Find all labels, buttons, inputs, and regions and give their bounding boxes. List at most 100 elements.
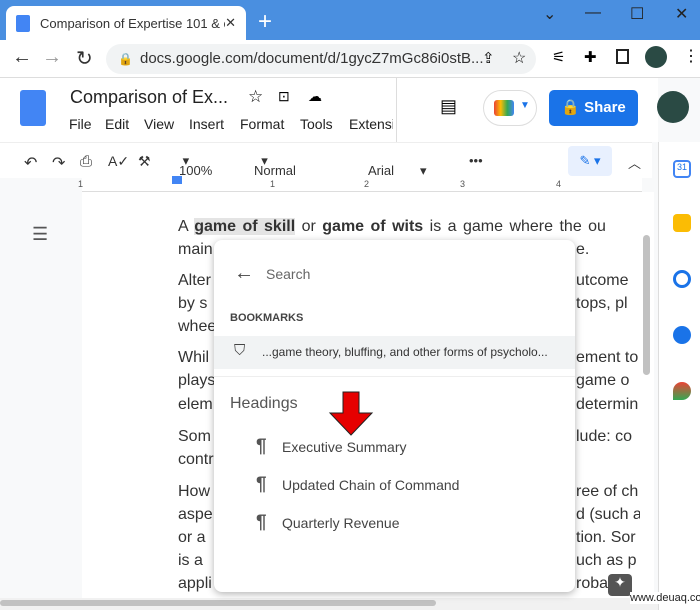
paragraph-line: appli xyxy=(178,575,212,592)
divider xyxy=(214,376,575,377)
menu-tools[interactable]: Tools xyxy=(300,116,333,132)
paragraph-line: How xyxy=(178,483,211,500)
paragraph-icon: ¶ xyxy=(256,512,267,533)
sidepanel-icon[interactable] xyxy=(616,49,629,64)
text-run: A xyxy=(178,218,195,235)
puzzle-icon[interactable]: ✚ xyxy=(584,48,597,66)
paragraph-line: Whil xyxy=(178,349,210,366)
paragraph-line: tops, pl xyxy=(576,295,628,312)
bookmarks-label: BOOKMARKS xyxy=(230,312,304,324)
paragraph-icon: ¶ xyxy=(256,436,267,457)
indent-marker[interactable] xyxy=(172,176,182,184)
contacts-icon[interactable] xyxy=(673,326,691,344)
maps-icon[interactable] xyxy=(673,382,691,400)
url-input[interactable]: docs.google.com/document/d/1gycZ7mGc86i0… xyxy=(106,44,536,74)
paragraph-line: robal xyxy=(576,575,612,592)
reload-icon[interactable]: ↻ xyxy=(76,46,93,71)
paragraph-line: Alter xyxy=(178,272,211,289)
print-icon[interactable]: ⎙ xyxy=(80,153,92,170)
move-folder-icon[interactable]: ⊡ xyxy=(278,88,290,105)
calendar-icon[interactable]: 31 xyxy=(673,160,691,178)
style-select[interactable]: Normal text ▾ xyxy=(254,153,296,193)
headings-label: Headings xyxy=(230,395,298,412)
document-title[interactable]: Comparison of Ex... xyxy=(70,87,228,108)
docs-logo-icon[interactable] xyxy=(20,90,46,126)
outline-icon[interactable]: ☰ xyxy=(32,224,48,245)
spellcheck-icon[interactable]: A✓ xyxy=(108,153,129,170)
tab-search-icon[interactable]: ⌄ xyxy=(543,4,556,24)
divider xyxy=(396,78,397,142)
scrollbar-thumb[interactable] xyxy=(643,235,650,375)
lock-icon: 🔒 xyxy=(118,52,133,66)
browser-tab[interactable]: Comparison of Expertise 101 & e ✕ xyxy=(6,6,246,40)
formatting-toolbar: ↶ ↷ ⎙ A✓ ⚒ 100% ▾ Normal text ▾ Arial▾ •… xyxy=(0,142,652,193)
paragraph-line: game o xyxy=(576,372,630,389)
horizontal-scrollbar-thumb[interactable] xyxy=(0,600,436,606)
account-avatar[interactable] xyxy=(657,91,689,123)
paragraph-line: ement to xyxy=(576,349,639,366)
menu-view[interactable]: View xyxy=(144,116,174,132)
share-page-icon[interactable]: ⇪ xyxy=(482,49,495,67)
back-arrow-icon[interactable]: ← xyxy=(234,262,254,285)
zoom-select[interactable]: 100% ▾ xyxy=(179,153,212,178)
paragraph-line: aspe xyxy=(178,506,213,523)
menu-format[interactable]: Format xyxy=(240,116,284,132)
bookmark-icon: ⛉ xyxy=(234,342,246,359)
docs-icon xyxy=(16,14,30,32)
star-icon[interactable]: ☆ xyxy=(248,87,263,107)
search-input[interactable]: Search xyxy=(266,266,310,282)
close-tab-icon[interactable]: ✕ xyxy=(225,15,236,31)
keep-icon[interactable] xyxy=(673,214,691,232)
minimize-button[interactable]: — xyxy=(585,4,601,22)
profile-avatar[interactable] xyxy=(645,46,667,68)
text-run: is a game where the ou xyxy=(423,218,606,235)
menu-dots-icon[interactable]: ⋮ xyxy=(683,46,699,66)
heading-item[interactable]: ¶ Quarterly Revenue xyxy=(256,512,400,534)
heading-item[interactable]: ¶ Updated Chain of Command xyxy=(256,474,459,496)
paragraph-line: ree of ch xyxy=(576,483,639,500)
paragraph-line: main xyxy=(178,241,213,258)
outline-popup: ← Search BOOKMARKS ⛉ ...game theory, blu… xyxy=(214,240,575,592)
menu-file[interactable]: File xyxy=(69,116,92,132)
menu-extensions[interactable]: Extensi xyxy=(349,116,393,132)
paragraph-line: contr xyxy=(178,451,214,468)
bookmark-item[interactable]: ⛉ ...game theory, bluffing, and other fo… xyxy=(214,336,575,369)
paragraph-line: uch as p xyxy=(576,552,637,569)
more-icon[interactable]: ••• xyxy=(469,153,483,168)
text-run: game of wits xyxy=(322,218,424,235)
meet-button[interactable]: ▼ xyxy=(483,90,537,126)
paragraph-line: lude: co xyxy=(576,428,633,445)
maximize-button[interactable]: ☐ xyxy=(630,4,644,24)
ruler[interactable]: 1 1 2 3 4 xyxy=(78,176,642,192)
paragraph-line: e. xyxy=(576,241,590,258)
forward-icon[interactable]: → xyxy=(42,46,62,69)
red-arrow-annotation xyxy=(328,391,374,436)
undo-icon[interactable]: ↶ xyxy=(24,153,37,173)
paint-format-icon[interactable]: ⚒ xyxy=(138,153,151,170)
text-run: game of skill xyxy=(194,218,296,235)
menu-insert[interactable]: Insert xyxy=(189,116,224,132)
paragraph-line: plays xyxy=(178,372,216,389)
editing-mode-button[interactable]: ✎ ▾ xyxy=(568,146,612,176)
font-select[interactable]: Arial ▾ xyxy=(368,153,427,178)
tasks-icon[interactable] xyxy=(673,270,691,288)
close-window-button[interactable]: ✕ xyxy=(675,4,688,24)
chevron-down-icon: ▼ xyxy=(520,100,530,111)
heading-item[interactable]: ¶ Executive Summary xyxy=(256,436,406,458)
explore-icon[interactable]: ✦ xyxy=(608,574,632,596)
lock-icon: 🔒 xyxy=(561,99,585,116)
collapse-icon[interactable]: ︿ xyxy=(628,153,641,172)
bookmark-star-icon[interactable]: ☆ xyxy=(512,48,526,68)
comments-icon[interactable]: ▤ xyxy=(440,96,457,117)
paragraph-line: A game of skill or game of wits is a gam… xyxy=(178,218,606,236)
share-button[interactable]: 🔒 Share xyxy=(549,90,638,126)
back-icon[interactable]: ← xyxy=(12,46,32,69)
cloud-saved-icon[interactable]: ☁ xyxy=(308,88,322,105)
extension-icon[interactable]: ⚟ xyxy=(552,48,565,66)
paragraph-line: d (such a xyxy=(576,506,640,523)
paragraph-line: elem xyxy=(178,396,213,413)
menu-edit[interactable]: Edit xyxy=(105,116,129,132)
redo-icon[interactable]: ↷ xyxy=(52,153,65,173)
side-panel: 31 xyxy=(658,142,700,610)
new-tab-button[interactable]: + xyxy=(258,8,272,36)
